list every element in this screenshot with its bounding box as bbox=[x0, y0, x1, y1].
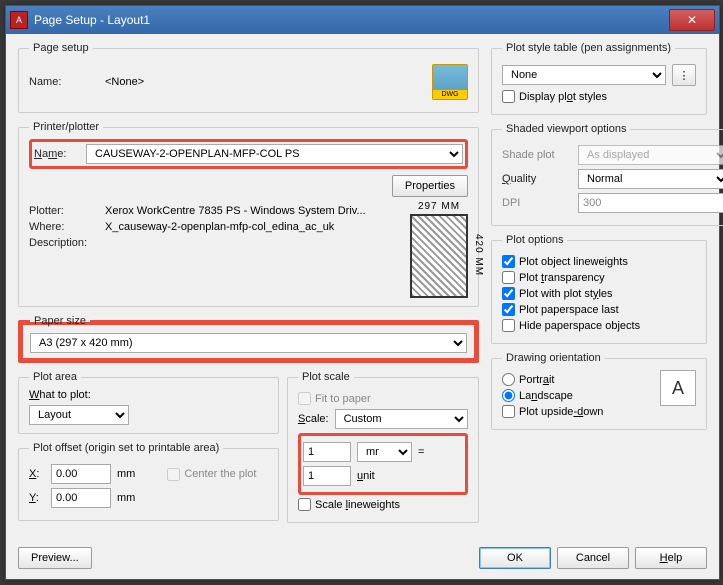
plotter-label: Plotter: bbox=[29, 205, 99, 217]
display-plot-styles-check[interactable]: Display plot styles bbox=[502, 90, 696, 103]
offset-y-label: Y: bbox=[29, 492, 45, 504]
plot-style-edit-button[interactable]: ⋮ bbox=[672, 64, 696, 86]
plot-scale-legend: Plot scale bbox=[298, 371, 354, 383]
plot-offset-legend: Plot offset (origin set to printable are… bbox=[29, 442, 223, 454]
opt-hide-paperspace[interactable]: Hide paperspace objects bbox=[502, 319, 696, 332]
app-icon: A bbox=[10, 11, 28, 29]
equals-label: = bbox=[418, 446, 424, 458]
opt-lineweights[interactable]: Plot object lineweights bbox=[502, 255, 696, 268]
window-title: Page Setup - Layout1 bbox=[34, 13, 669, 27]
ok-button[interactable]: OK bbox=[479, 547, 551, 569]
printer-name-label: Name: bbox=[34, 148, 80, 160]
plot-options-legend: Plot options bbox=[502, 234, 567, 246]
offset-x-input[interactable] bbox=[51, 464, 111, 484]
what-to-plot-select[interactable]: Layout bbox=[29, 405, 129, 425]
paper-size-group: Paper size A3 (297 x 420 mm) bbox=[18, 315, 479, 363]
center-plot-check: Center the plot bbox=[167, 468, 256, 481]
plot-options-group: Plot options Plot object lineweights Plo… bbox=[491, 234, 707, 344]
where-label: Where: bbox=[29, 221, 99, 233]
plot-offset-group: Plot offset (origin set to printable are… bbox=[18, 442, 279, 521]
quality-select[interactable]: Normal bbox=[578, 169, 723, 189]
opt-transparency[interactable]: Plot transparency bbox=[502, 271, 696, 284]
page-setup-group: Page setup Name: <None> bbox=[18, 42, 479, 113]
page-setup-legend: Page setup bbox=[29, 42, 93, 54]
opt-plot-styles[interactable]: Plot with plot styles bbox=[502, 287, 696, 300]
opt-paperspace-last[interactable]: Plot paperspace last bbox=[502, 303, 696, 316]
printer-name-select[interactable]: CAUSEWAY-2-OPENPLAN-MFP-COL PS bbox=[86, 144, 463, 164]
offset-y-input[interactable] bbox=[51, 488, 111, 508]
desc-label: Description: bbox=[29, 237, 99, 249]
where-value: X_causeway-2-openplan-mfp-col_edina_ac_u… bbox=[105, 221, 334, 233]
pagesetup-name-label: Name: bbox=[29, 76, 99, 88]
portrait-radio[interactable]: Portrait bbox=[502, 373, 652, 386]
plot-area-group: Plot area What to plot: Layout bbox=[18, 371, 279, 434]
what-to-plot-label: What to plot: bbox=[29, 389, 268, 401]
orientation-legend: Drawing orientation bbox=[502, 352, 605, 364]
offset-x-unit: mm bbox=[117, 468, 135, 480]
printer-legend: Printer/plotter bbox=[29, 121, 103, 133]
offset-y-unit: mm bbox=[117, 492, 135, 504]
close-button[interactable]: ✕ bbox=[669, 9, 715, 31]
landscape-radio[interactable]: Landscape bbox=[502, 389, 652, 402]
plot-style-legend: Plot style table (pen assignments) bbox=[502, 42, 675, 54]
quality-label: Quality bbox=[502, 173, 572, 185]
dpi-input bbox=[578, 193, 723, 213]
offset-x-label: X: bbox=[29, 468, 45, 480]
page-setup-dialog: A Page Setup - Layout1 ✕ Page setup Name… bbox=[5, 5, 720, 580]
shaded-viewport-group: Shaded viewport options Shade plot As dis… bbox=[491, 123, 723, 226]
shade-plot-select: As displayed bbox=[578, 145, 723, 165]
orientation-group: Drawing orientation Portrait Landscape P… bbox=[491, 352, 707, 430]
scale-select[interactable]: Custom bbox=[335, 409, 468, 429]
fit-to-paper-check: Fit to paper bbox=[298, 392, 468, 405]
plotter-value: Xerox WorkCentre 7835 PS - Windows Syste… bbox=[105, 205, 366, 217]
footer: Preview... OK Cancel Help bbox=[6, 541, 719, 579]
shade-plot-label: Shade plot bbox=[502, 149, 572, 161]
dpi-label: DPI bbox=[502, 197, 572, 209]
scale-num-input[interactable] bbox=[303, 442, 351, 462]
plot-style-select[interactable]: None bbox=[502, 65, 666, 85]
scale-label: Scale: bbox=[298, 413, 329, 425]
plot-area-legend: Plot area bbox=[29, 371, 81, 383]
upside-check[interactable]: Plot upside-down bbox=[502, 405, 652, 418]
paper-size-legend: Paper size bbox=[30, 315, 90, 327]
plot-scale-group: Plot scale Fit to paper Scale: Custom mm… bbox=[287, 371, 479, 523]
shaded-legend: Shaded viewport options bbox=[502, 123, 630, 135]
preview-button[interactable]: Preview... bbox=[18, 547, 92, 569]
paper-height: 420 MM bbox=[473, 234, 484, 276]
paper-preview: 297 MM 420 MM bbox=[410, 201, 468, 298]
printer-group: Printer/plotter Name: CAUSEWAY-2-OPENPLA… bbox=[18, 121, 479, 307]
cancel-button[interactable]: Cancel bbox=[557, 547, 629, 569]
scale-lineweights-check[interactable]: Scale lineweights bbox=[298, 498, 468, 511]
scale-den-input[interactable] bbox=[303, 466, 351, 486]
orientation-icon: A bbox=[660, 370, 696, 406]
properties-button[interactable]: Properties bbox=[392, 175, 468, 197]
titlebar: A Page Setup - Layout1 ✕ bbox=[6, 6, 719, 34]
scale-num-unit[interactable]: mm bbox=[357, 442, 412, 462]
paper-size-select[interactable]: A3 (297 x 420 mm) bbox=[30, 333, 467, 353]
scale-den-unit: unit bbox=[357, 470, 375, 482]
paper-width: 297 MM bbox=[418, 201, 460, 212]
help-button[interactable]: Help bbox=[635, 547, 707, 569]
dwg-icon bbox=[432, 64, 468, 100]
pagesetup-name-value: <None> bbox=[105, 76, 426, 88]
plot-style-group: Plot style table (pen assignments) None … bbox=[491, 42, 707, 115]
